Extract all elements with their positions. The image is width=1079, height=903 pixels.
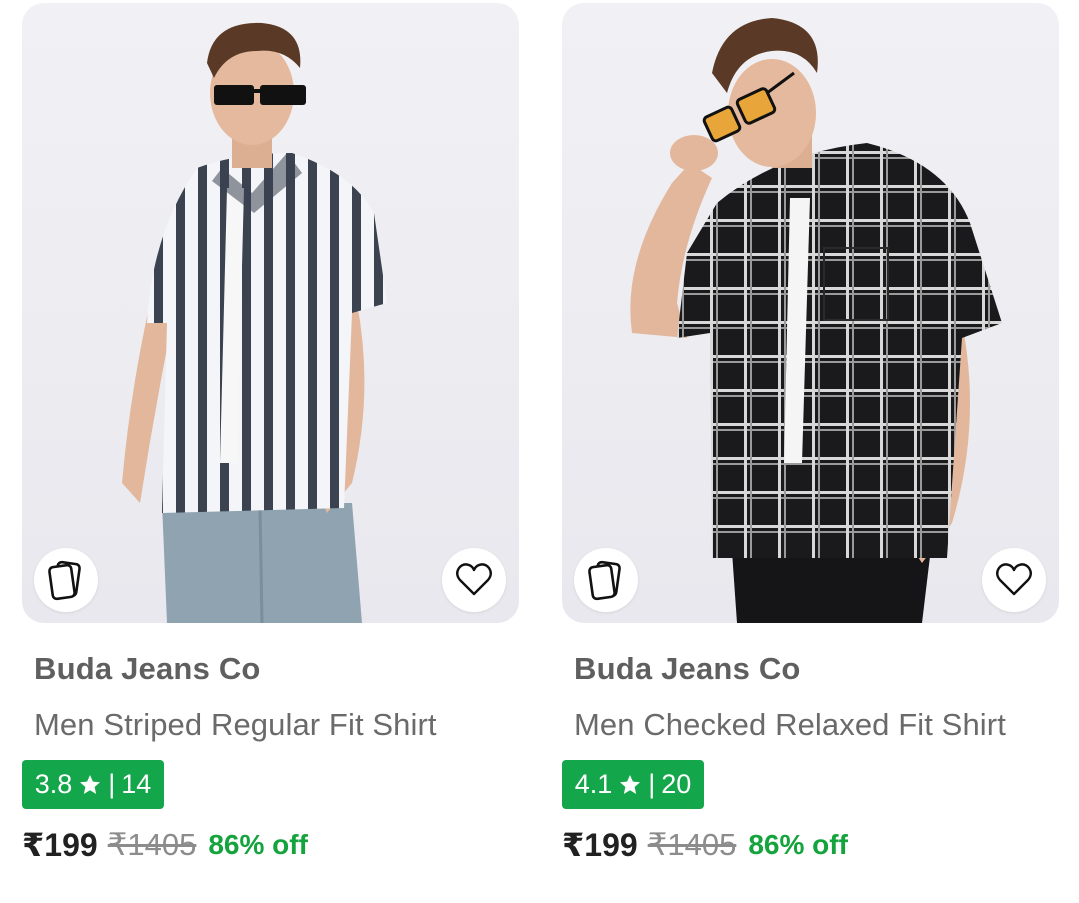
rating-separator: | [108,769,116,799]
product-card[interactable]: Buda Jeans Co Men Striped Regular Fit Sh… [22,0,519,903]
original-price: ₹1405 [107,827,197,862]
discount-label: 86% off [208,829,308,860]
rating-badge: 4.1 | 20 [562,760,704,809]
rating-separator: | [648,769,656,799]
compare-button[interactable] [34,548,98,612]
price-row: ₹199 ₹1405 86% off [22,823,308,867]
product-card[interactable]: Buda Jeans Co Men Checked Relaxed Fit Sh… [562,0,1059,903]
star-icon [618,773,642,797]
rating-value: 4.1 [574,769,613,799]
discount-label: 86% off [748,829,848,860]
product-title[interactable]: Men Checked Relaxed Fit Shirt [574,707,1006,743]
product-photo [630,18,1002,623]
price-row: ₹199 ₹1405 86% off [562,823,848,867]
rating-value: 3.8 [34,769,73,799]
selling-price: ₹199 [22,827,98,863]
cards-icon [588,560,621,601]
product-brand[interactable]: Buda Jeans Co [34,651,261,687]
rating-badge: 3.8 | 14 [22,760,164,809]
product-photo [122,22,387,623]
original-price: ₹1405 [647,827,737,862]
heart-outline-icon [996,563,1032,596]
product-brand[interactable]: Buda Jeans Co [574,651,801,687]
product-title[interactable]: Men Striped Regular Fit Shirt [34,707,437,743]
product-image[interactable] [562,3,1059,623]
star-icon [78,773,102,797]
compare-button[interactable] [574,548,638,612]
product-image[interactable] [22,3,519,623]
review-count: 20 [661,769,692,799]
wishlist-button[interactable] [442,548,506,612]
review-count: 14 [121,769,152,799]
heart-outline-icon [456,563,492,596]
cards-icon [48,560,81,601]
wishlist-button[interactable] [982,548,1046,612]
selling-price: ₹199 [562,827,638,863]
